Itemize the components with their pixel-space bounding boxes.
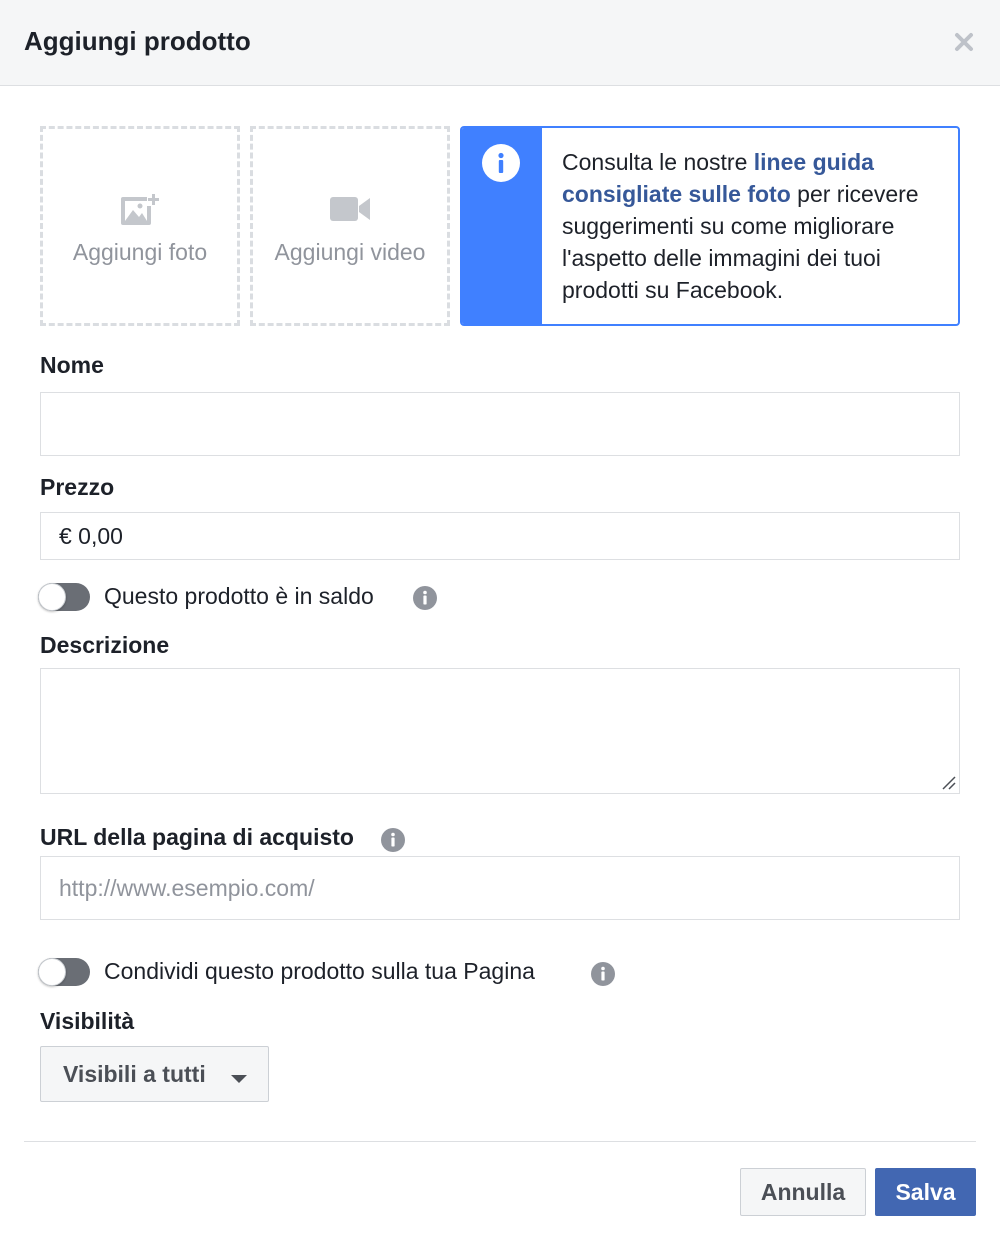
share-info-icon[interactable] bbox=[591, 962, 615, 986]
sale-toggle[interactable] bbox=[38, 583, 90, 611]
dialog-title: Aggiungi prodotto bbox=[24, 26, 251, 56]
share-toggle-label: Condividi questo prodotto sulla tua Pagi… bbox=[104, 958, 535, 984]
purchase-url-input[interactable] bbox=[40, 856, 960, 920]
visibility-label: Visibilità bbox=[40, 1008, 135, 1034]
save-button[interactable]: Salva bbox=[875, 1168, 976, 1216]
name-label: Nome bbox=[40, 352, 104, 378]
url-info-icon[interactable] bbox=[381, 828, 405, 852]
purchase-url-label: URL della pagina di acquisto bbox=[40, 824, 354, 850]
price-label: Prezzo bbox=[40, 474, 115, 500]
price-input[interactable] bbox=[40, 512, 960, 560]
description-textarea[interactable] bbox=[40, 668, 960, 794]
notice-text-before: Consulta le nostre bbox=[562, 149, 754, 175]
add-video-button[interactable]: Aggiungi video bbox=[250, 126, 450, 326]
share-toggle[interactable] bbox=[38, 958, 90, 986]
footer-divider bbox=[24, 1141, 976, 1142]
caret-down-icon bbox=[230, 1071, 248, 1089]
dialog-header: Aggiungi prodotto bbox=[0, 0, 1000, 86]
close-icon[interactable] bbox=[950, 28, 978, 56]
add-photo-icon bbox=[120, 193, 160, 232]
name-input[interactable] bbox=[40, 392, 960, 456]
sale-info-icon[interactable] bbox=[413, 586, 437, 610]
resize-handle-icon[interactable] bbox=[940, 774, 956, 795]
video-camera-icon bbox=[329, 193, 371, 230]
notice-text: Consulta le nostre linee guida consiglia… bbox=[562, 146, 942, 306]
cancel-button[interactable]: Annulla bbox=[740, 1168, 866, 1216]
visibility-value: Visibili a tutti bbox=[63, 1061, 206, 1087]
sale-toggle-label: Questo prodotto è in saldo bbox=[104, 583, 374, 609]
share-toggle-knob bbox=[38, 958, 66, 986]
sale-toggle-knob bbox=[38, 583, 66, 611]
visibility-dropdown[interactable]: Visibili a tutti bbox=[40, 1046, 269, 1102]
add-photo-label: Aggiungi foto bbox=[72, 239, 208, 265]
add-video-label: Aggiungi video bbox=[274, 239, 426, 265]
info-icon bbox=[482, 144, 520, 182]
photo-guidelines-notice: Consulta le nostre linee guida consiglia… bbox=[460, 126, 960, 326]
add-photo-button[interactable]: Aggiungi foto bbox=[40, 126, 240, 326]
description-label: Descrizione bbox=[40, 632, 170, 658]
